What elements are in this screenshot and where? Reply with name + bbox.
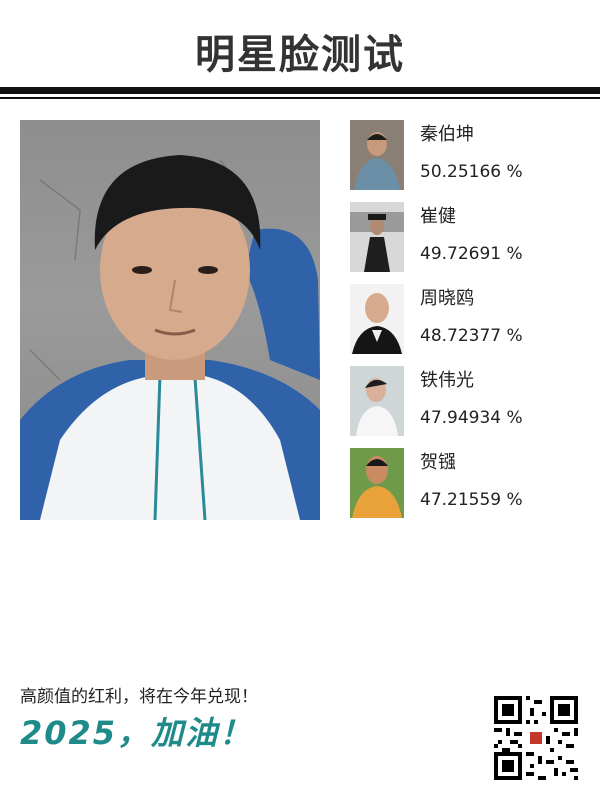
- match-item: 秦伯坤 50.25166 %: [350, 120, 590, 190]
- match-name: 崔健: [420, 206, 456, 227]
- match-avatar: [350, 284, 404, 354]
- match-avatar: [350, 366, 404, 436]
- match-avatar: [350, 120, 404, 190]
- match-name: 秦伯坤: [420, 124, 474, 145]
- match-item: 贺镪 47.21559 %: [350, 448, 590, 518]
- cheer-text: 2025，加油！: [20, 714, 254, 752]
- match-avatar: [350, 448, 404, 518]
- match-score: 47.21559 %: [420, 490, 523, 510]
- header-divider-thin: [0, 97, 600, 99]
- match-score: 50.25166 %: [420, 162, 523, 182]
- slogan-text: 高颜值的红利，将在今年兑现！: [20, 687, 258, 707]
- match-avatar: [350, 202, 404, 272]
- qr-code: [494, 696, 578, 780]
- match-score: 49.72691 %: [420, 244, 523, 264]
- match-item: 崔健 49.72691 %: [350, 202, 590, 272]
- match-item: 铁伟光 47.94934 %: [350, 366, 590, 436]
- match-name: 铁伟光: [420, 370, 474, 391]
- match-score: 48.72377 %: [420, 326, 523, 346]
- match-name: 贺镪: [420, 452, 456, 473]
- user-photo: [20, 120, 320, 520]
- match-score: 47.94934 %: [420, 408, 523, 428]
- page-title: 明星脸测试: [195, 32, 405, 78]
- match-name: 周晓鸥: [420, 288, 474, 309]
- header-divider-thick: [0, 87, 600, 94]
- match-item: 周晓鸥 48.72377 %: [350, 284, 590, 354]
